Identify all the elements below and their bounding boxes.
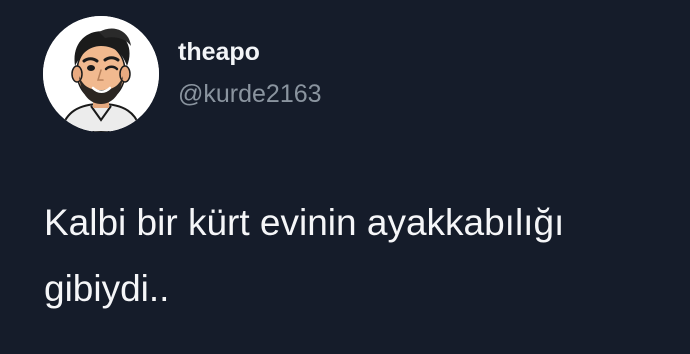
tweet-card: theapo @kurde2163 Kalbi bir kürt evinin … (0, 0, 690, 354)
tweet-text-line: gibiydi.. (44, 268, 170, 309)
tweet-body: Kalbi bir kürt evinin ayakkabılığı gibiy… (44, 190, 684, 322)
tweet-text-line: Kalbi bir kürt evinin ayakkabılığı (44, 202, 565, 243)
author-handle[interactable]: @kurde2163 (178, 79, 322, 109)
author-display-name[interactable]: theapo (178, 37, 260, 67)
cartoon-avatar-icon (43, 16, 159, 132)
profile-avatar[interactable] (43, 16, 159, 132)
